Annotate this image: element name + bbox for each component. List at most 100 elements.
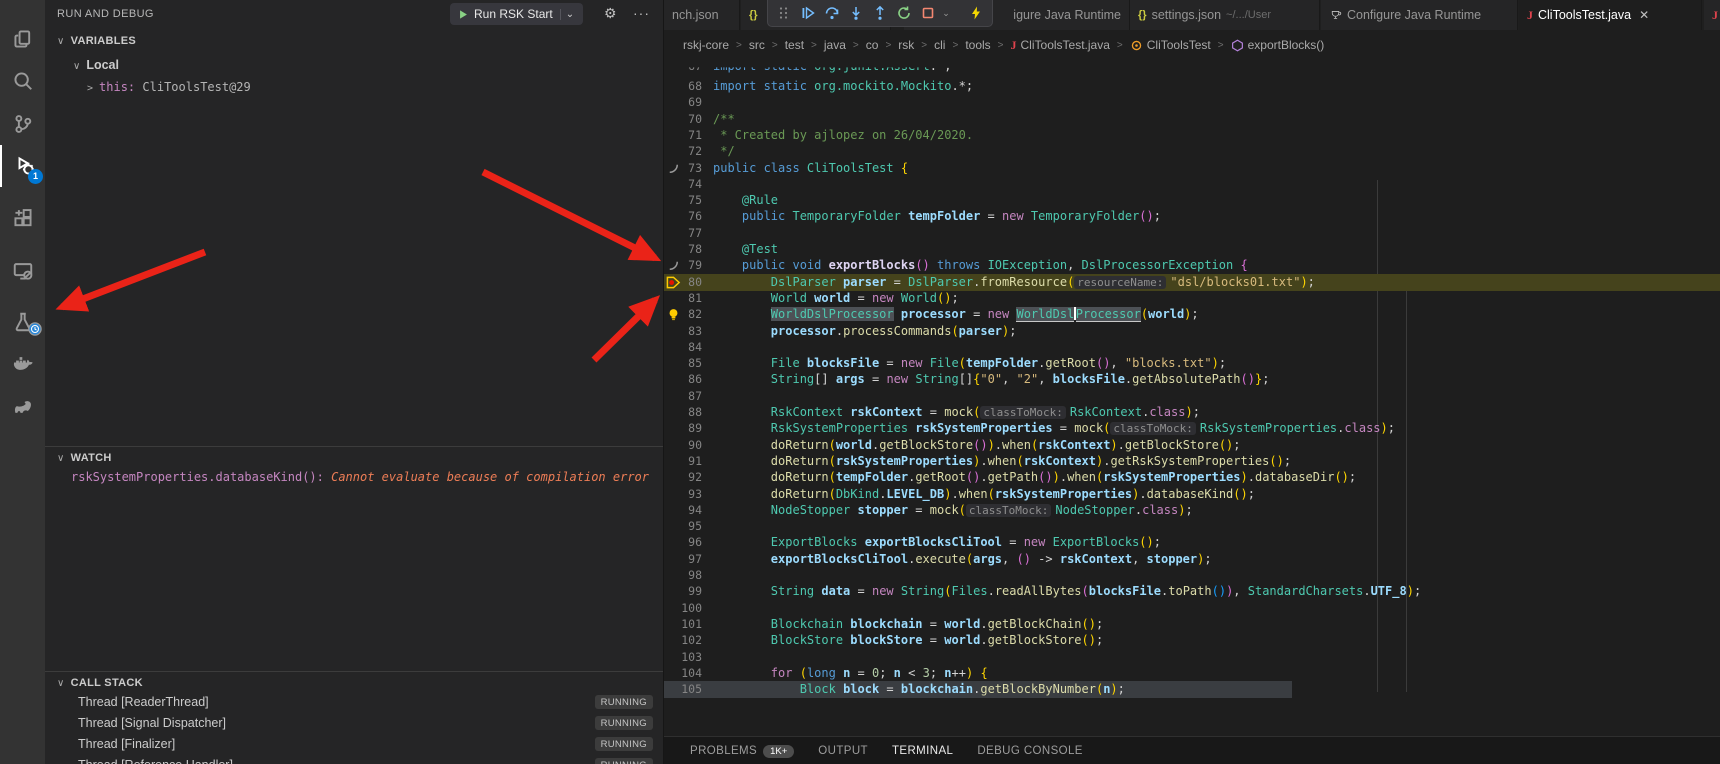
vscode-window: 1 RUN AND DEBUG Run RSK Start ⌄ ⚙ ··· ∨V… xyxy=(0,0,1720,764)
call-stack-thread[interactable]: Thread [Reference Handler]RUNNING xyxy=(45,755,663,764)
fold-region-icon[interactable] xyxy=(666,258,683,274)
search-icon[interactable] xyxy=(0,60,45,102)
watch-expression[interactable]: rskSystemProperties.databaseKind(): Cann… xyxy=(71,470,651,484)
code-line-95[interactable]: 95 xyxy=(664,518,1720,535)
more-icon[interactable]: ··· xyxy=(633,5,650,21)
code-line-85[interactable]: 85 File blocksFile = new File(tempFolder… xyxy=(664,355,1720,372)
breadcrumb-item[interactable]: co xyxy=(866,38,879,52)
variable-this[interactable]: >this: CliToolsTest@29 xyxy=(87,80,251,94)
code-line-75[interactable]: 75 @Rule xyxy=(664,192,1720,209)
breadcrumb-separator: > xyxy=(853,40,859,51)
thread-label: Thread [ReaderThread] xyxy=(78,695,209,709)
thread-label: Thread [Reference Handler] xyxy=(78,758,233,764)
breadcrumb-separator: > xyxy=(811,40,817,51)
call-stack-thread[interactable]: Thread [Signal Dispatcher]RUNNING xyxy=(45,713,663,734)
code-line-82[interactable]: 82 WorldDslProcessor processor = new Wor… xyxy=(664,306,1720,323)
breadcrumb-item[interactable]: tools xyxy=(965,38,990,52)
variables-scope-local[interactable]: ∨Local xyxy=(73,58,119,72)
code-line-93[interactable]: 93 doReturn(DbKind.LEVEL_DB).when(rskSys… xyxy=(664,486,1720,503)
code-line-99[interactable]: 99 String data = new String(Files.readAl… xyxy=(664,583,1720,600)
code-line-94[interactable]: 94 NodeStopper stopper = mock(classToMoc… xyxy=(664,502,1720,519)
panel-tab-label: DEBUG CONSOLE xyxy=(977,745,1083,757)
panel-tab-terminal[interactable]: TERMINAL xyxy=(892,745,953,757)
continue-icon[interactable] xyxy=(796,1,820,25)
breadcrumb-item[interactable]: java xyxy=(824,38,846,52)
breadcrumb-label: rskj-core xyxy=(683,38,729,52)
step-out-icon[interactable] xyxy=(868,1,892,25)
line-number: 104 xyxy=(664,665,702,682)
code-line-89[interactable]: 89 RskSystemProperties rskSystemProperti… xyxy=(664,420,1720,437)
hot-swap-icon[interactable] xyxy=(964,1,988,25)
code-line-92[interactable]: 92 doReturn(tempFolder.getRoot().getPath… xyxy=(664,469,1720,486)
code-line-96[interactable]: 96 ExportBlocks exportBlocksCliTool = ne… xyxy=(664,534,1720,551)
code-line-83[interactable]: 83 processor.processCommands(parser); xyxy=(664,323,1720,340)
code-line-105[interactable]: 105 Block block = blockchain.getBlockByN… xyxy=(664,681,1720,698)
code-line-97[interactable]: 97 exportBlocksCliTool.execute(args, () … xyxy=(664,551,1720,568)
code-line-78[interactable]: 78 @Test xyxy=(664,241,1720,258)
code-line-80[interactable]: 80 DslParser parser = DslParser.fromReso… xyxy=(664,274,1720,291)
code-line-70[interactable]: 70/** xyxy=(664,111,1720,128)
code-line-74[interactable]: 74 xyxy=(664,176,1720,193)
extensions-icon[interactable] xyxy=(0,198,45,240)
code-line-68[interactable]: 68import static org.mockito.Mockito.*; xyxy=(664,78,1720,95)
code-line-69[interactable]: 69 xyxy=(664,94,1720,111)
breadcrumb-item[interactable]: cli xyxy=(934,38,945,52)
stop-icon[interactable] xyxy=(916,1,940,25)
code-line-76[interactable]: 76 public TemporaryFolder tempFolder = n… xyxy=(664,208,1720,225)
code-line-103[interactable]: 103 xyxy=(664,649,1720,666)
step-into-icon[interactable] xyxy=(844,1,868,25)
breadcrumb-item[interactable]: exportBlocks() xyxy=(1231,38,1325,52)
testing-icon[interactable] xyxy=(0,301,45,343)
run-and-debug-icon[interactable]: 1 xyxy=(0,145,47,187)
panel-tab-label: OUTPUT xyxy=(818,745,868,757)
breadcrumb-item[interactable]: rsk xyxy=(898,38,914,52)
test-progress-badge xyxy=(28,322,42,339)
breadcrumb-separator: > xyxy=(1218,40,1224,51)
breadcrumb-item[interactable]: JCliToolsTest.java xyxy=(1011,38,1110,53)
code-line-102[interactable]: 102 BlockStore blockStore = world.getBlo… xyxy=(664,632,1720,649)
fold-region-icon[interactable] xyxy=(666,161,683,177)
section-variables[interactable]: ∨VARIABLES xyxy=(57,35,136,47)
code-line-87[interactable]: 87 xyxy=(664,388,1720,405)
code-line-101[interactable]: 101 Blockchain blockchain = world.getBlo… xyxy=(664,616,1720,633)
breadcrumb-item[interactable]: rskj-core xyxy=(683,38,729,52)
code-line-73[interactable]: 73public class CliToolsTest { xyxy=(664,160,1720,177)
code-line-77[interactable]: 77 xyxy=(664,225,1720,242)
remote-explorer-icon[interactable] xyxy=(0,250,45,292)
breadcrumb-item[interactable]: CliToolsTest xyxy=(1130,38,1211,52)
code-line-90[interactable]: 90 doReturn(world.getBlockStore()).when(… xyxy=(664,437,1720,454)
restart-icon[interactable] xyxy=(892,1,916,25)
code-line-72[interactable]: 72 */ xyxy=(664,143,1720,160)
panel-tab-problems[interactable]: PROBLEMS1K+ xyxy=(690,745,794,758)
code-line-100[interactable]: 100 xyxy=(664,600,1720,617)
step-over-icon[interactable] xyxy=(820,1,844,25)
call-stack-thread[interactable]: Thread [Finalizer]RUNNING xyxy=(45,734,663,755)
code-line-71[interactable]: 71 * Created by ajlopez on 26/04/2020. xyxy=(664,127,1720,144)
debug-config-dropdown[interactable]: ⌄ xyxy=(560,9,579,20)
source-control-icon[interactable] xyxy=(0,103,45,145)
panel-tab-debug-console[interactable]: DEBUG CONSOLE xyxy=(977,745,1083,757)
code-line-84[interactable]: 84 xyxy=(664,339,1720,356)
code-line-86[interactable]: 86 String[] args = new String[]{"0", "2"… xyxy=(664,371,1720,388)
code-line-79[interactable]: 79 public void exportBlocks() throws IOE… xyxy=(664,257,1720,274)
explorer-icon[interactable] xyxy=(0,18,45,60)
line-number: 99 xyxy=(664,583,702,600)
docker-icon[interactable] xyxy=(0,343,45,385)
gradle-icon[interactable] xyxy=(0,386,45,428)
breadcrumb-item[interactable]: src xyxy=(749,38,765,52)
code-line-67[interactable]: 67import static org.junit.Assert.*; xyxy=(664,58,1720,75)
start-debug-button[interactable]: Run RSK Start ⌄ xyxy=(450,3,583,25)
chevron-icon[interactable]: ⌄ xyxy=(940,1,952,25)
code-line-98[interactable]: 98 xyxy=(664,567,1720,584)
section-call-stack[interactable]: ∨CALL STACK xyxy=(57,677,143,689)
code-editor[interactable]: 67import static org.junit.Assert.*; 68imp… xyxy=(664,0,1720,764)
breadcrumb-item[interactable]: test xyxy=(785,38,804,52)
call-stack-thread[interactable]: Thread [ReaderThread]RUNNING xyxy=(45,692,663,713)
code-line-104[interactable]: 104 for (long n = 0; n < 3; n++) { xyxy=(664,665,1720,682)
gear-icon[interactable]: ⚙ xyxy=(604,5,617,22)
code-line-81[interactable]: 81 World world = new World(); xyxy=(664,290,1720,307)
section-watch[interactable]: ∨WATCH xyxy=(57,452,112,464)
code-line-88[interactable]: 88 RskContext rskContext = mock(classToM… xyxy=(664,404,1720,421)
panel-tab-output[interactable]: OUTPUT xyxy=(818,745,868,757)
code-line-91[interactable]: 91 doReturn(rskSystemProperties).when(rs… xyxy=(664,453,1720,470)
